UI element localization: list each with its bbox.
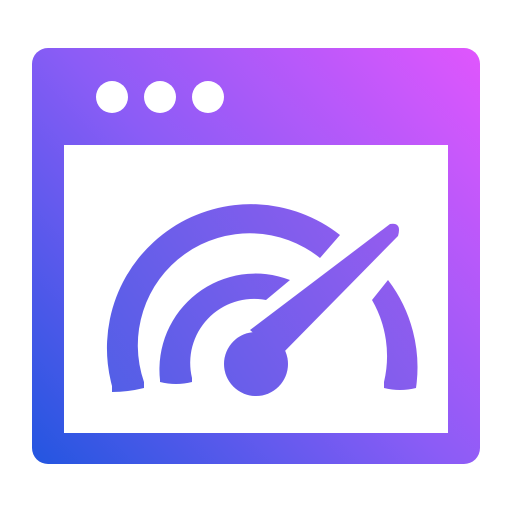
browser-speedometer-icon xyxy=(32,48,480,464)
window-controls xyxy=(96,81,224,113)
window-dot-2 xyxy=(144,81,176,113)
window-dot-1 xyxy=(96,81,128,113)
icon-canvas xyxy=(0,0,512,512)
window-dot-3 xyxy=(192,81,224,113)
gauge-needle-hub xyxy=(224,332,288,396)
